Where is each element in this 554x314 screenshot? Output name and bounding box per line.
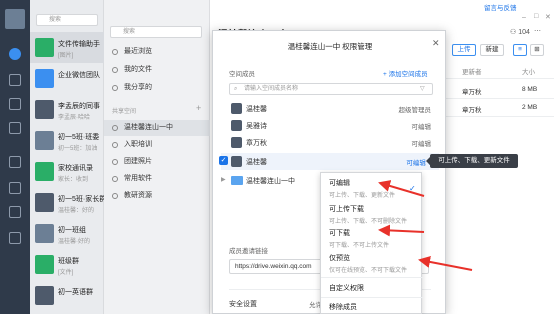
arrow-preview — [418, 255, 473, 271]
arrow-can-edit — [378, 180, 425, 197]
arrow-download — [378, 224, 425, 237]
annotation-arrows — [378, 180, 473, 271]
